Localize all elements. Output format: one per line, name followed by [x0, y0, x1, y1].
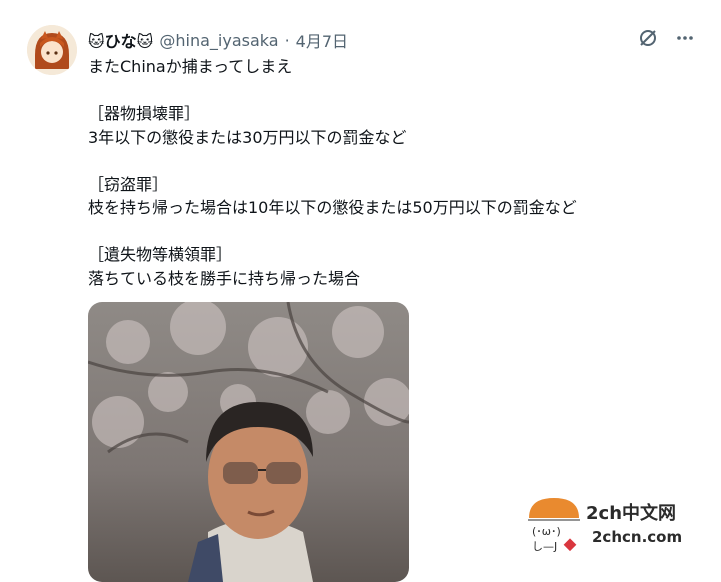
- separator-dot: ·: [284, 30, 290, 50]
- text-line: 3年以下の懲役または30万円以下の罰金など: [88, 127, 407, 147]
- watermark-title: 2ch中文网: [586, 503, 677, 524]
- text-line: ［遺失物等横領罪］: [88, 245, 233, 264]
- tweet-media-photo[interactable]: [88, 302, 409, 582]
- tweet-header: 🐱ひな🐱 @hina_iyasaka · 4月7日: [88, 28, 348, 52]
- post-date[interactable]: 4月7日: [296, 28, 348, 52]
- avatar[interactable]: [27, 25, 77, 75]
- svg-text:し—J: し—J: [532, 540, 557, 553]
- more-icon[interactable]: [676, 28, 694, 52]
- tweet-text: またChinaか捕まってしまえ ［器物損壊罪］ 3年以下の懲役または30万円以下…: [88, 55, 688, 290]
- text-line: [88, 149, 688, 173]
- watermark-domain: 2chcn.com: [592, 528, 683, 546]
- text-line: ［器物損壊罪］: [88, 104, 201, 123]
- text-line: またChinaか捕まってしまえ: [88, 57, 293, 76]
- text-line: 枝を持ち帰った場合は10年以下の懲役または50万円以下の罰金など: [88, 198, 577, 217]
- grok-icon[interactable]: [638, 28, 658, 52]
- text-line: 落ちている枝を勝手に持ち帰った場合: [88, 268, 361, 288]
- display-name[interactable]: 🐱ひな🐱: [88, 28, 153, 52]
- text-line: [88, 79, 688, 103]
- svg-text:(･ω･): (･ω･): [532, 525, 561, 538]
- handle[interactable]: @hina_iyasaka: [159, 31, 278, 50]
- text-line: ［窃盗罪］: [88, 174, 169, 194]
- text-line: [88, 220, 688, 244]
